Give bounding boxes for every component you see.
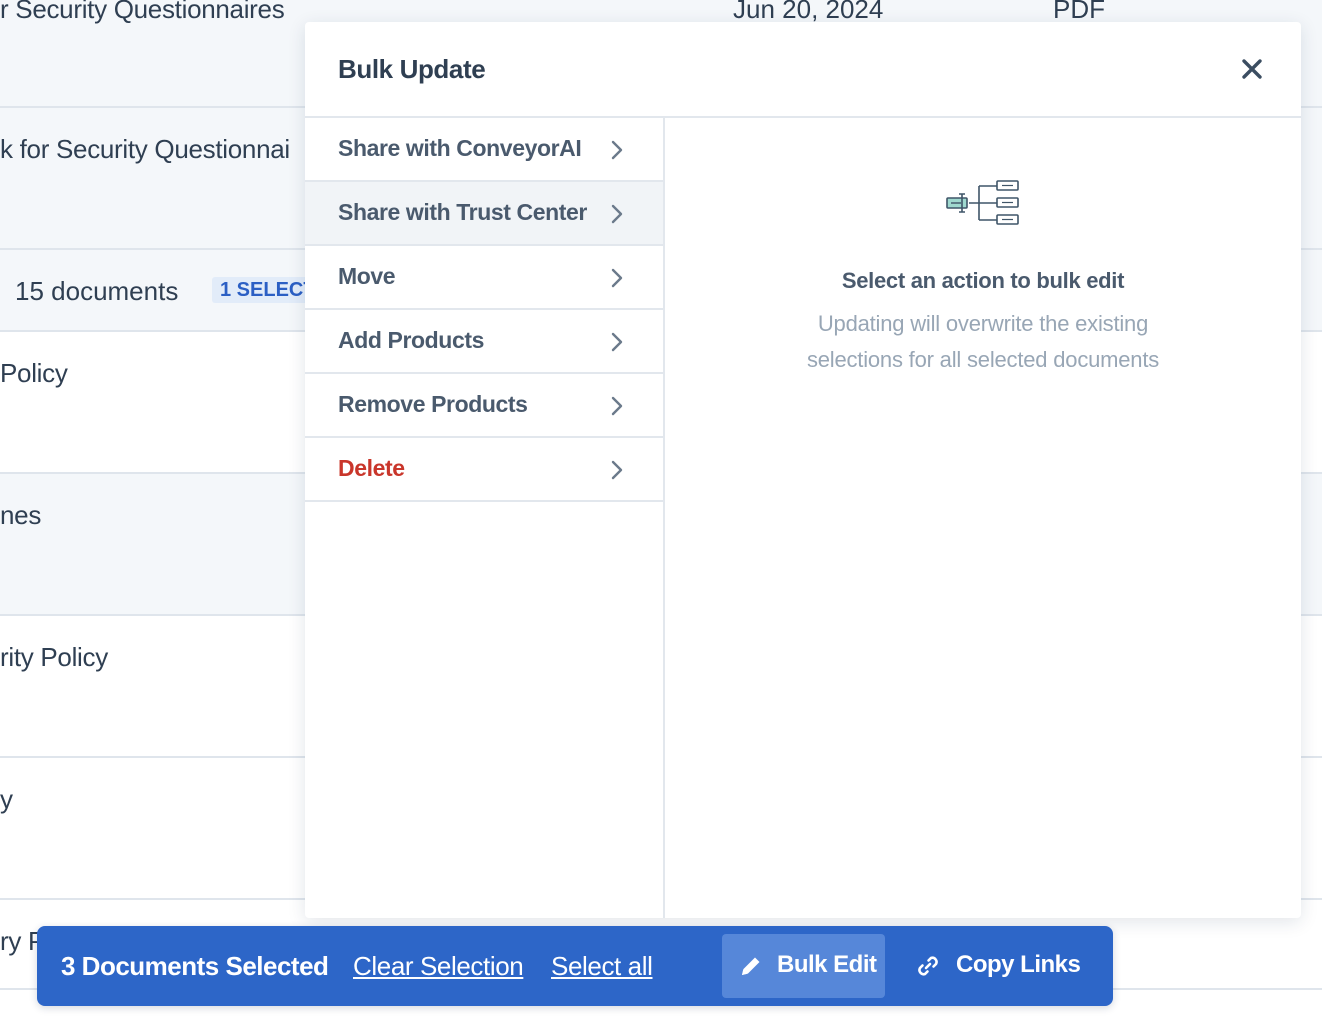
link-icon bbox=[918, 956, 938, 976]
bulk-update-modal: Bulk Update Share with ConveyorAI Share … bbox=[305, 22, 1301, 918]
copy-links-label: Copy Links bbox=[956, 951, 1081, 978]
select-all-link[interactable]: Select all bbox=[551, 951, 653, 982]
bulk-action-list: Share with ConveyorAI Share with Trust C… bbox=[305, 118, 665, 918]
document-count: 15 documents bbox=[15, 276, 179, 306]
document-name[interactable]: k for Security Questionnai bbox=[0, 134, 290, 165]
copy-links-button[interactable]: Copy Links bbox=[899, 934, 1089, 998]
selected-count: 3 Documents Selected bbox=[61, 951, 329, 981]
close-button[interactable] bbox=[1239, 56, 1265, 82]
document-name[interactable]: nes bbox=[0, 500, 41, 531]
action-label: Share with ConveyorAI bbox=[338, 135, 582, 161]
action-label: Share with Trust Center bbox=[338, 199, 587, 225]
clear-selection-link[interactable]: Clear Selection bbox=[353, 951, 524, 982]
chevron-right-icon bbox=[611, 396, 623, 416]
action-remove-products[interactable]: Remove Products bbox=[305, 374, 663, 438]
bulk-edit-label: Bulk Edit bbox=[777, 951, 877, 978]
chevron-right-icon bbox=[611, 460, 623, 480]
action-label: Remove Products bbox=[338, 391, 528, 417]
action-move[interactable]: Move bbox=[305, 246, 663, 310]
close-icon bbox=[1242, 59, 1262, 79]
action-add-products[interactable]: Add Products bbox=[305, 310, 663, 374]
selection-action-bar: 3 Documents Selected Clear Selection Sel… bbox=[37, 926, 1113, 1006]
action-delete[interactable]: Delete bbox=[305, 438, 663, 502]
document-name[interactable]: rity Policy bbox=[0, 642, 108, 673]
document-name[interactable]: y bbox=[0, 784, 13, 815]
action-label: Delete bbox=[338, 455, 405, 481]
modal-header: Bulk Update bbox=[305, 22, 1301, 118]
chevron-right-icon bbox=[611, 204, 623, 224]
chevron-right-icon bbox=[611, 268, 623, 288]
hierarchy-icon bbox=[946, 180, 1019, 225]
bulk-edit-button[interactable]: Bulk Edit bbox=[722, 934, 885, 998]
action-label: Move bbox=[338, 263, 396, 289]
document-name[interactable]: r Security Questionnaires bbox=[0, 0, 285, 25]
action-label: Add Products bbox=[338, 327, 484, 353]
empty-state-panel: Select an action to bulk edit Updating w… bbox=[665, 118, 1301, 918]
empty-state-description: Updating will overwrite the existing sel… bbox=[806, 311, 1160, 372]
pencil-icon bbox=[742, 957, 760, 975]
chevron-right-icon bbox=[611, 332, 623, 352]
chevron-right-icon bbox=[611, 140, 623, 160]
document-name[interactable]: Policy bbox=[0, 358, 68, 389]
action-share-conveyorai[interactable]: Share with ConveyorAI bbox=[305, 118, 663, 182]
empty-state-title: Select an action to bulk edit bbox=[841, 268, 1125, 293]
action-share-trust-center[interactable]: Share with Trust Center bbox=[305, 182, 663, 246]
modal-title: Bulk Update bbox=[338, 54, 486, 84]
